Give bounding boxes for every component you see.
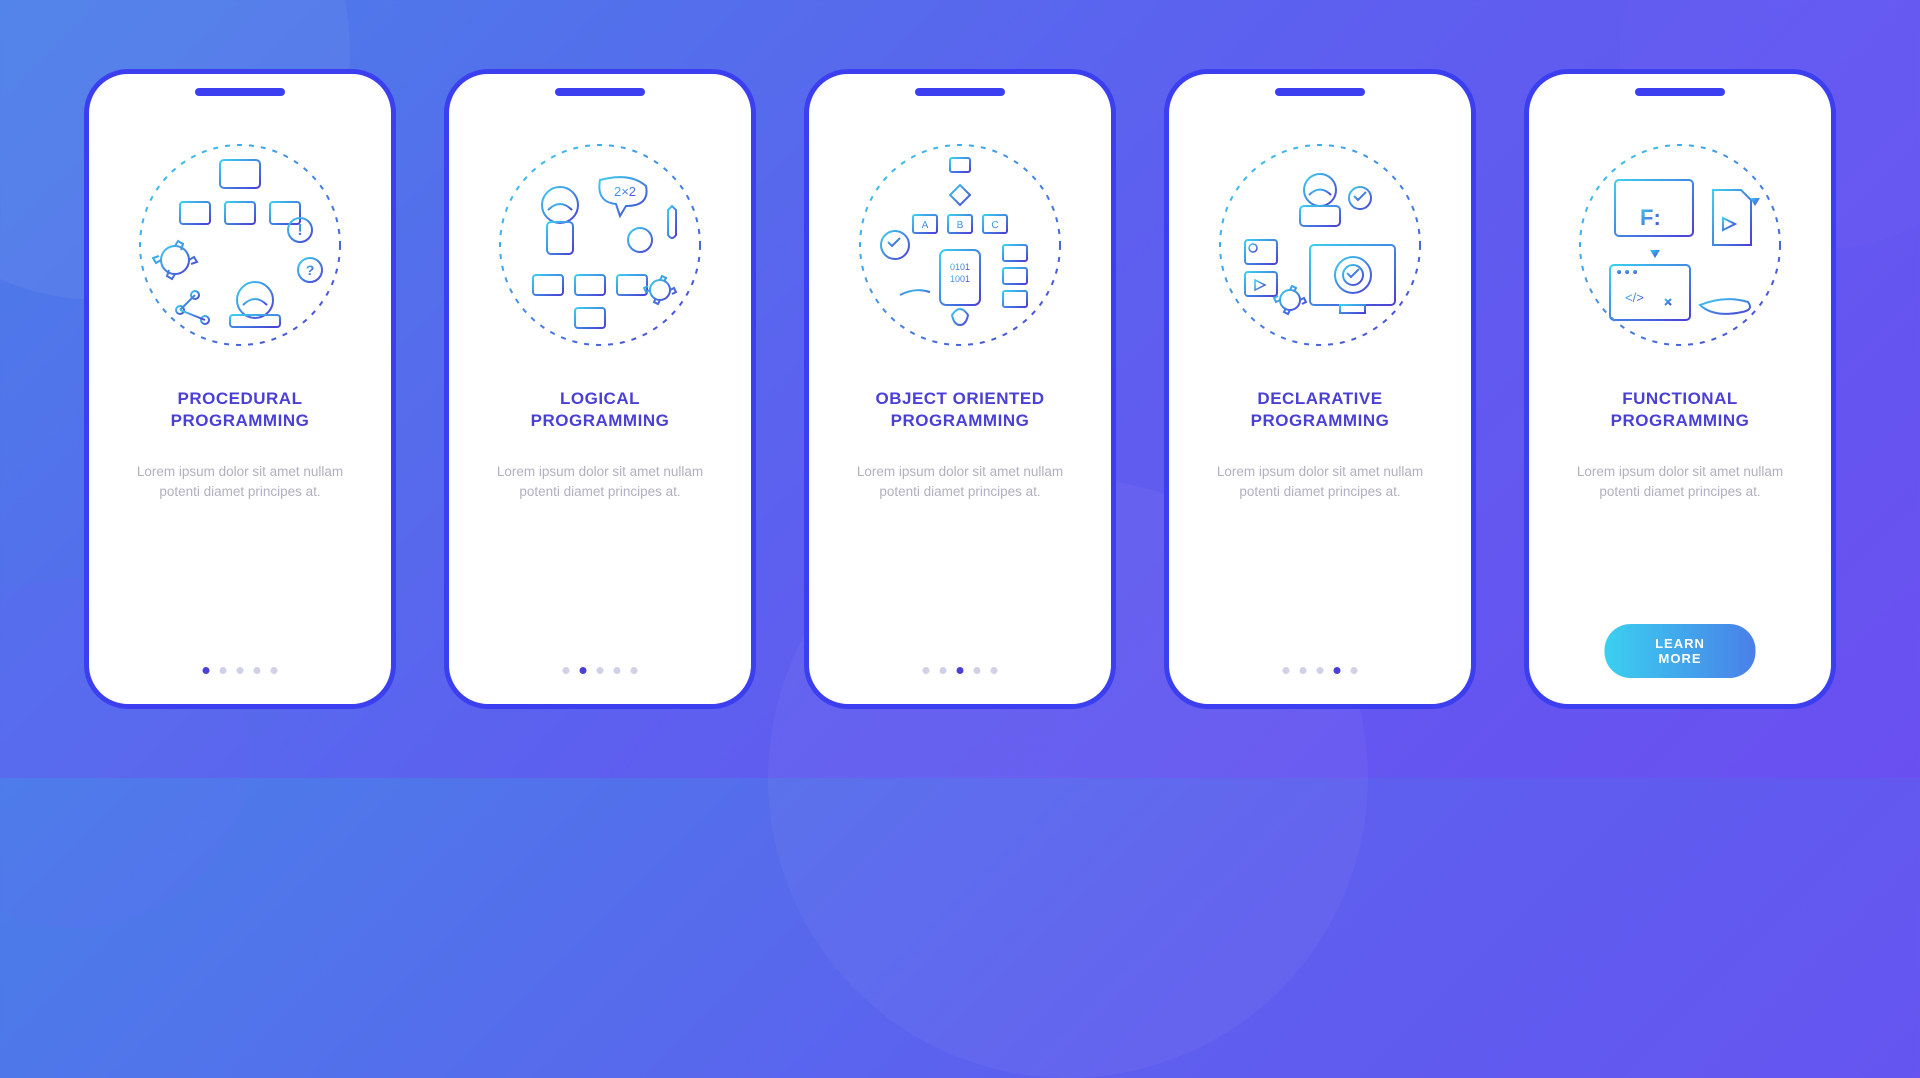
dot[interactable] [254, 667, 261, 674]
pagination-dots [203, 667, 278, 674]
pagination-dots [1283, 667, 1358, 674]
dot[interactable] [631, 667, 638, 674]
phone-oop: A B C 0101 1001 OBJECT ORIENTED PROGRAMM… [804, 69, 1116, 709]
oop-icon: A B C 0101 1001 [845, 130, 1075, 360]
declarative-icon [1205, 130, 1435, 360]
pagination-dots [923, 667, 998, 674]
screen-description: Lorem ipsum dolor sit amet nullam potent… [490, 462, 710, 503]
svg-text:B: B [957, 220, 964, 231]
svg-text:?: ? [306, 262, 315, 278]
functional-icon: F: </> [1565, 130, 1795, 360]
dot[interactable] [614, 667, 621, 674]
svg-text:C: C [991, 220, 998, 231]
svg-text:1001: 1001 [950, 274, 970, 284]
dot[interactable] [237, 667, 244, 674]
screen-description: Lorem ipsum dolor sit amet nullam potent… [850, 462, 1070, 503]
dot[interactable] [597, 667, 604, 674]
onboarding-phones-row: ! ? PROCEDURAL PROGRAMMING Lorem ipsum d… [84, 69, 1836, 709]
dot[interactable] [563, 667, 570, 674]
dot[interactable] [991, 667, 998, 674]
dot[interactable] [957, 667, 964, 674]
pagination-dots [563, 667, 638, 674]
dot[interactable] [1300, 667, 1307, 674]
svg-text:2×2: 2×2 [614, 184, 636, 199]
screen-title: OBJECT ORIENTED PROGRAMMING [875, 388, 1044, 432]
screen-title: PROCEDURAL PROGRAMMING [171, 388, 310, 432]
dot[interactable] [974, 667, 981, 674]
dot[interactable] [203, 667, 210, 674]
dot[interactable] [1334, 667, 1341, 674]
procedural-icon: ! ? [125, 130, 355, 360]
screen-description: Lorem ipsum dolor sit amet nullam potent… [1210, 462, 1430, 503]
screen-description: Lorem ipsum dolor sit amet nullam potent… [130, 462, 350, 503]
logical-icon: 2×2 [485, 130, 715, 360]
phone-logical: 2×2 LOGICAL PROGRAMMING Lorem ipsum dolo… [444, 69, 756, 709]
dot[interactable] [580, 667, 587, 674]
screen-title: FUNCTIONAL PROGRAMMING [1611, 388, 1750, 432]
phone-functional: F: </> FUNCTIONAL PROGRAMMING Lorem ipsu… [1524, 69, 1836, 709]
screen-description: Lorem ipsum dolor sit amet nullam potent… [1570, 462, 1790, 503]
dot[interactable] [1351, 667, 1358, 674]
dot[interactable] [923, 667, 930, 674]
svg-text:!: ! [297, 222, 302, 239]
learn-more-button[interactable]: LEARN MORE [1605, 624, 1756, 678]
dot[interactable] [1283, 667, 1290, 674]
svg-text:0101: 0101 [950, 262, 970, 272]
svg-text:F:: F: [1640, 205, 1661, 230]
phone-declarative: DECLARATIVE PROGRAMMING Lorem ipsum dolo… [1164, 69, 1476, 709]
phone-procedural: ! ? PROCEDURAL PROGRAMMING Lorem ipsum d… [84, 69, 396, 709]
screen-title: DECLARATIVE PROGRAMMING [1251, 388, 1390, 432]
svg-text:</>: </> [1625, 290, 1644, 305]
dot[interactable] [940, 667, 947, 674]
dot[interactable] [271, 667, 278, 674]
svg-text:A: A [922, 220, 929, 231]
dot[interactable] [220, 667, 227, 674]
screen-title: LOGICAL PROGRAMMING [531, 388, 670, 432]
dot[interactable] [1317, 667, 1324, 674]
